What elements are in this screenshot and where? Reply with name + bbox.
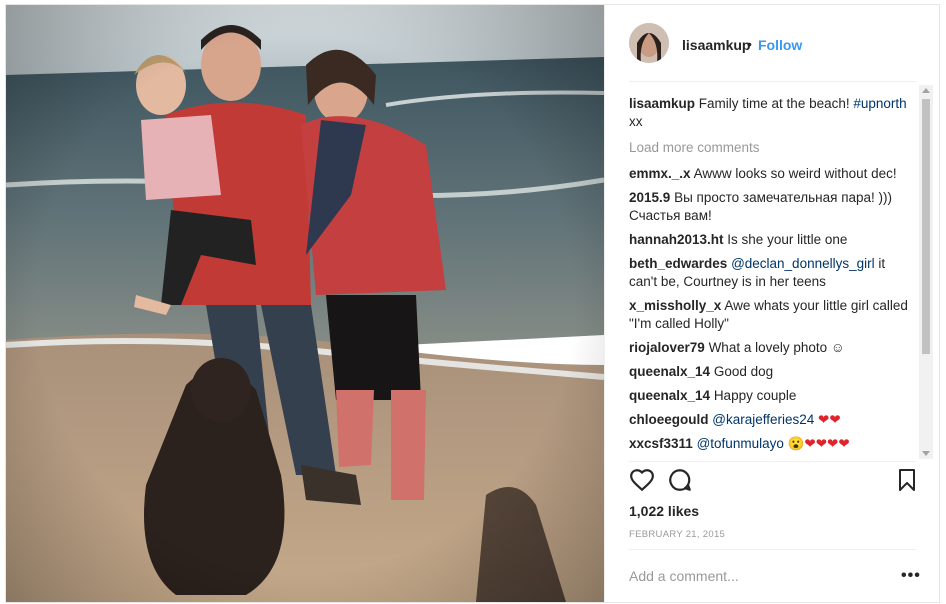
header-separator: • xyxy=(747,36,752,52)
follow-button[interactable]: Follow xyxy=(758,37,802,53)
avatar-image xyxy=(629,23,669,63)
post-side-panel: lisaamkup • Follow lisaamkup Family time… xyxy=(604,5,940,602)
comment-item: queenalx_14 Good dog xyxy=(629,363,913,381)
comment-text: ❤❤ xyxy=(814,412,841,427)
comment-item: 2015.9 Вы просто замечательная пара! )))… xyxy=(629,189,913,225)
comment-text: 😮❤❤❤❤ xyxy=(783,436,850,451)
divider xyxy=(629,81,916,82)
likes-count[interactable]: 1,022 likes xyxy=(629,503,699,519)
post-header: lisaamkup • Follow xyxy=(605,5,940,81)
comment-mention-link[interactable]: @karajefferies24 xyxy=(712,412,814,427)
comment-item: queenalx_14 Happy couple xyxy=(629,387,913,405)
caption: lisaamkup Family time at the beach! #upn… xyxy=(629,95,913,131)
more-options-icon[interactable]: ••• xyxy=(901,567,921,585)
comment-username[interactable]: xxcsf3311 xyxy=(629,436,693,451)
comments-list[interactable]: lisaamkup Family time at the beach! #upn… xyxy=(629,95,913,457)
comment-mention-link[interactable]: @tofunmulayo xyxy=(697,436,784,451)
comment-icon[interactable] xyxy=(667,467,697,497)
caption-text: Family time at the beach! xyxy=(698,96,850,111)
post-date[interactable]: FEBRUARY 21, 2015 xyxy=(629,529,725,540)
scroll-up-arrow[interactable] xyxy=(922,88,930,93)
comment-item: hannah2013.ht Is she your little one xyxy=(629,231,913,249)
post-photo[interactable] xyxy=(6,5,604,602)
username-link[interactable]: lisaamkup xyxy=(682,37,750,53)
comment-item: xxcsf3311 @tofunmulayo 😮❤❤❤❤ xyxy=(629,435,913,453)
comments-scrollbar[interactable] xyxy=(919,85,933,459)
comment-item: beth_edwardes @declan_donnellys_girl it … xyxy=(629,255,913,291)
action-bar xyxy=(625,467,920,499)
scrollbar-thumb[interactable] xyxy=(922,99,930,354)
divider xyxy=(629,461,916,462)
heart-icon[interactable] xyxy=(629,467,659,497)
comment-username[interactable]: 2015.9 xyxy=(629,190,670,205)
scroll-down-arrow[interactable] xyxy=(922,451,930,456)
comment-text: What a lovely photo ☺ xyxy=(708,340,845,355)
comment-username[interactable]: chloeegould xyxy=(629,412,709,427)
comment-mention-link[interactable]: @declan_donnellys_girl xyxy=(731,256,875,271)
comment-text: Good dog xyxy=(713,364,774,379)
divider xyxy=(629,549,916,550)
comment-username[interactable]: queenalx_14 xyxy=(629,388,710,403)
avatar[interactable] xyxy=(629,23,669,63)
comment-username[interactable]: queenalx_14 xyxy=(629,364,710,379)
comment-username[interactable]: beth_edwardes xyxy=(629,256,727,271)
load-more-comments-button[interactable]: Load more comments xyxy=(629,139,913,157)
comment-username[interactable]: hannah2013.ht xyxy=(629,232,724,247)
hashtag-link[interactable]: #upnorth xyxy=(853,96,906,111)
comment-username[interactable]: x_missholly_x xyxy=(629,298,721,313)
comment-username[interactable]: riojalover79 xyxy=(629,340,705,355)
add-comment-input[interactable]: Add a comment... xyxy=(629,568,879,584)
comment-text: Happy couple xyxy=(713,388,797,403)
comment-item: riojalover79 What a lovely photo ☺ xyxy=(629,339,913,357)
caption-tail: xx xyxy=(629,114,643,129)
comment-item: chloeegould @karajefferies24 ❤❤ xyxy=(629,411,913,429)
bookmark-icon[interactable] xyxy=(895,467,925,497)
caption-username[interactable]: lisaamkup xyxy=(629,96,695,111)
comment-item: x_missholly_x Awe whats your little girl… xyxy=(629,297,913,333)
comment-text: Is she your little one xyxy=(727,232,848,247)
beach-family-photo xyxy=(6,5,604,602)
comment-text: Awww looks so weird without dec! xyxy=(693,166,897,181)
comment-item: emmx._.x Awww looks so weird without dec… xyxy=(629,165,913,183)
comment-username[interactable]: emmx._.x xyxy=(629,166,691,181)
instagram-post: lisaamkup • Follow lisaamkup Family time… xyxy=(5,4,940,603)
